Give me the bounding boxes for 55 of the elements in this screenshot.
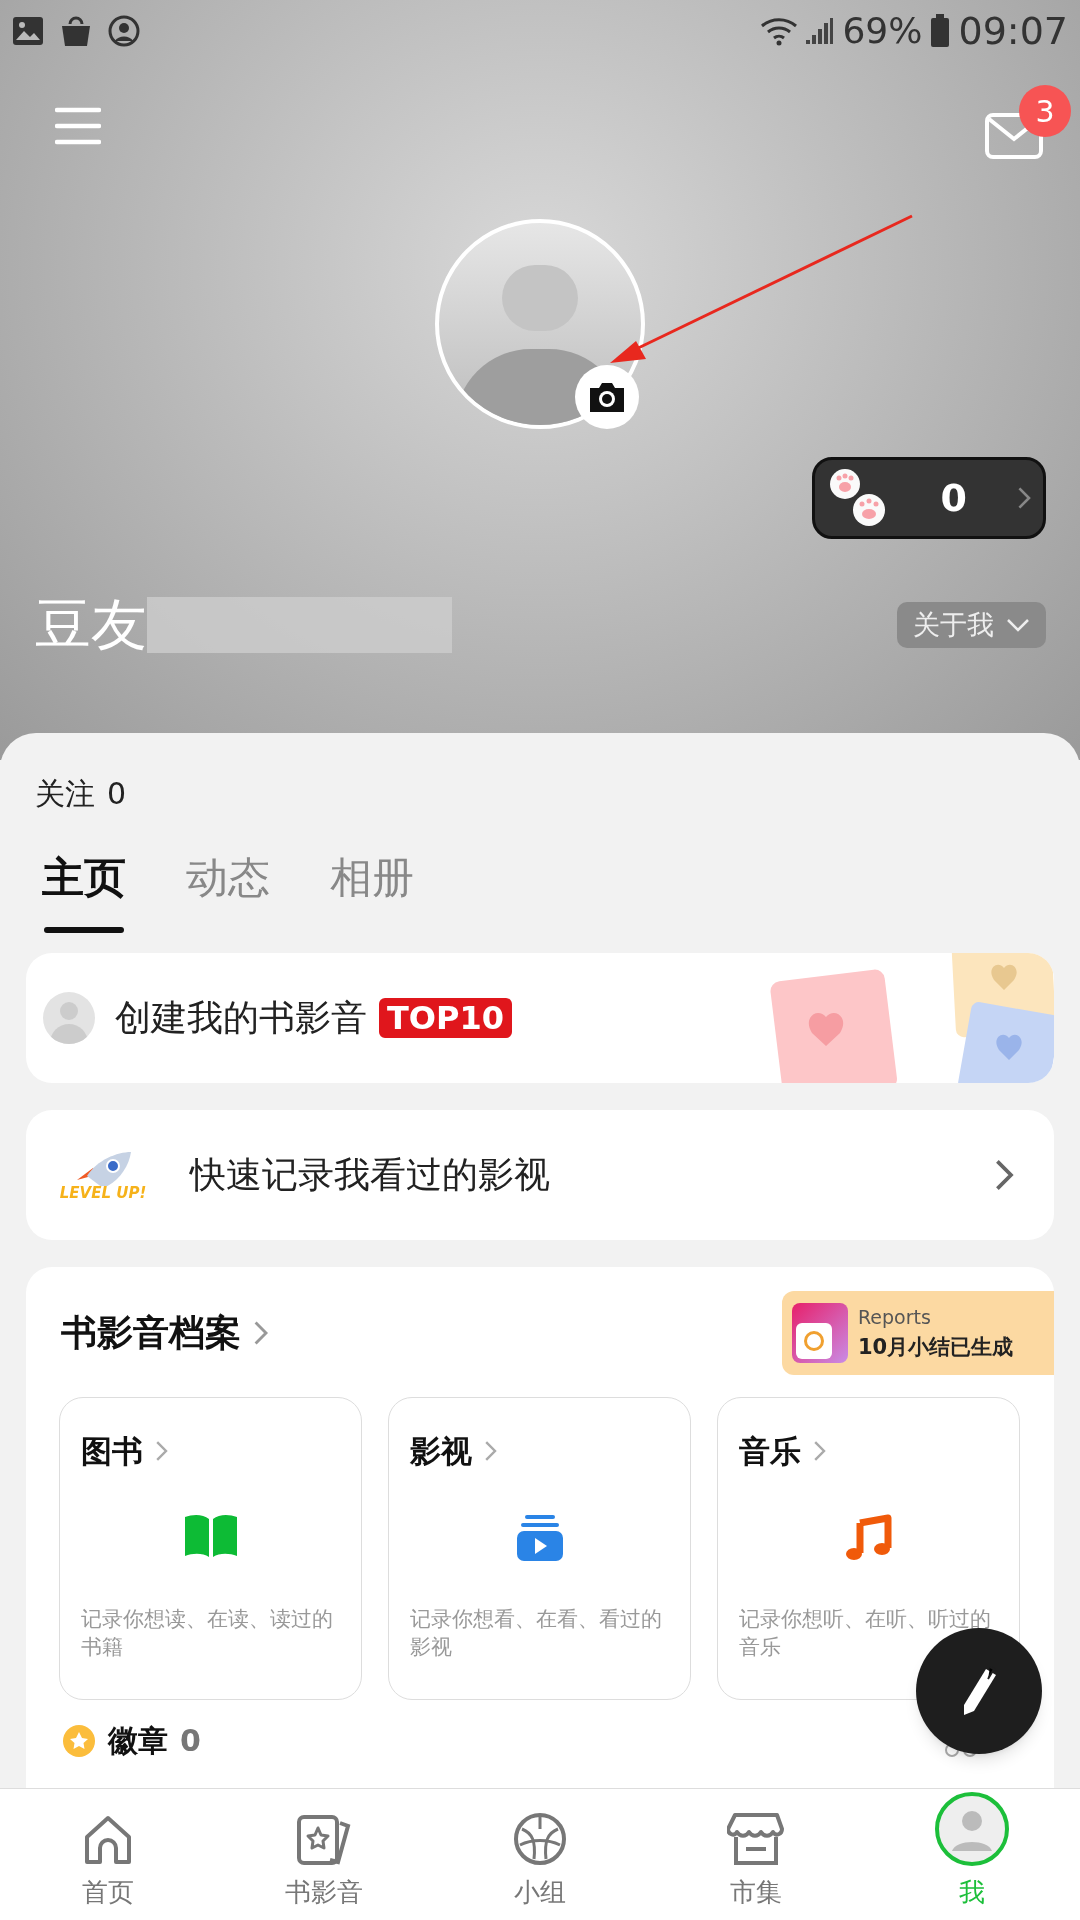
nav-tab[interactable]: 小组 — [432, 1789, 648, 1920]
report-label: Reports — [858, 1305, 932, 1330]
category-card[interactable]: 影视 记录你想看、在看、看过的影视 — [388, 1397, 691, 1700]
chevron-down-icon — [1006, 618, 1030, 632]
avatar-icon — [934, 1791, 1010, 1867]
ball-icon — [512, 1811, 568, 1867]
play-stack-icon — [514, 1512, 565, 1563]
battery-icon — [930, 14, 951, 48]
camera-icon — [587, 380, 627, 414]
category-description: 记录你想看、在看、看过的影视 — [410, 1605, 663, 1661]
chevron-right-icon — [813, 1440, 827, 1463]
chevron-right-icon — [484, 1440, 498, 1463]
report-chip[interactable]: Reports 10月小结已生成 — [782, 1291, 1054, 1375]
report-text: 10月小结已生成 — [858, 1333, 1014, 1361]
archive-title[interactable]: 书影音档案 — [61, 1306, 241, 1360]
book-icon — [182, 1512, 239, 1559]
badges-title: 徽章 — [108, 1722, 168, 1760]
chevron-right-icon — [155, 1440, 169, 1463]
category-title: 音乐 — [739, 1432, 801, 1471]
report-icon — [792, 1303, 848, 1363]
nav-tab[interactable]: 书影音 — [216, 1789, 432, 1920]
account-icon — [108, 15, 140, 47]
notification-badge: 3 — [1019, 85, 1071, 137]
shop-icon — [727, 1811, 785, 1867]
category-description: 记录你想读、在读、读过的书籍 — [81, 1605, 334, 1661]
category-title: 图书 — [81, 1432, 143, 1471]
follow-count: 0 — [107, 775, 127, 813]
top10-badge: TOP10 — [379, 998, 512, 1038]
profile-tab[interactable]: 主页 — [42, 846, 126, 933]
follow-label: 关注 — [35, 775, 95, 813]
camera-button[interactable] — [575, 365, 639, 429]
bag-icon — [60, 14, 92, 48]
clock: 09:07 — [958, 7, 1068, 55]
chevron-right-icon — [993, 1158, 1014, 1192]
category-description: 记录你想听、在听、听过的音乐 — [739, 1605, 992, 1661]
paw-counter-button[interactable]: 0 — [812, 457, 1046, 539]
top10-card[interactable]: 创建我的书影音 TOP10 — [26, 953, 1054, 1083]
image-icon — [12, 16, 44, 46]
battery-percent: 69% — [842, 9, 923, 53]
chevron-right-icon — [253, 1320, 269, 1346]
level-up-logo: LEVEL UP! — [56, 1149, 150, 1201]
quick-record-title: 快速记录我看过的影视 — [190, 1153, 551, 1197]
badges-count: 0 — [180, 1722, 201, 1760]
music-note-icon — [843, 1512, 894, 1563]
quick-record-card[interactable]: LEVEL UP! 快速记录我看过的影视 — [26, 1110, 1054, 1240]
paw-count: 0 — [939, 474, 969, 522]
nav-tab[interactable]: 市集 — [648, 1789, 864, 1920]
category-card[interactable]: 图书 记录你想读、在读、读过的书籍 — [59, 1397, 362, 1700]
avatar-placeholder — [43, 992, 95, 1044]
signal-icon — [804, 16, 835, 46]
category-title: 影视 — [410, 1432, 472, 1471]
username: 豆友 — [35, 591, 147, 659]
nav-tab[interactable]: 首页 — [0, 1789, 216, 1920]
chevron-right-icon — [1016, 486, 1031, 510]
top10-title: 创建我的书影音 — [115, 996, 367, 1040]
